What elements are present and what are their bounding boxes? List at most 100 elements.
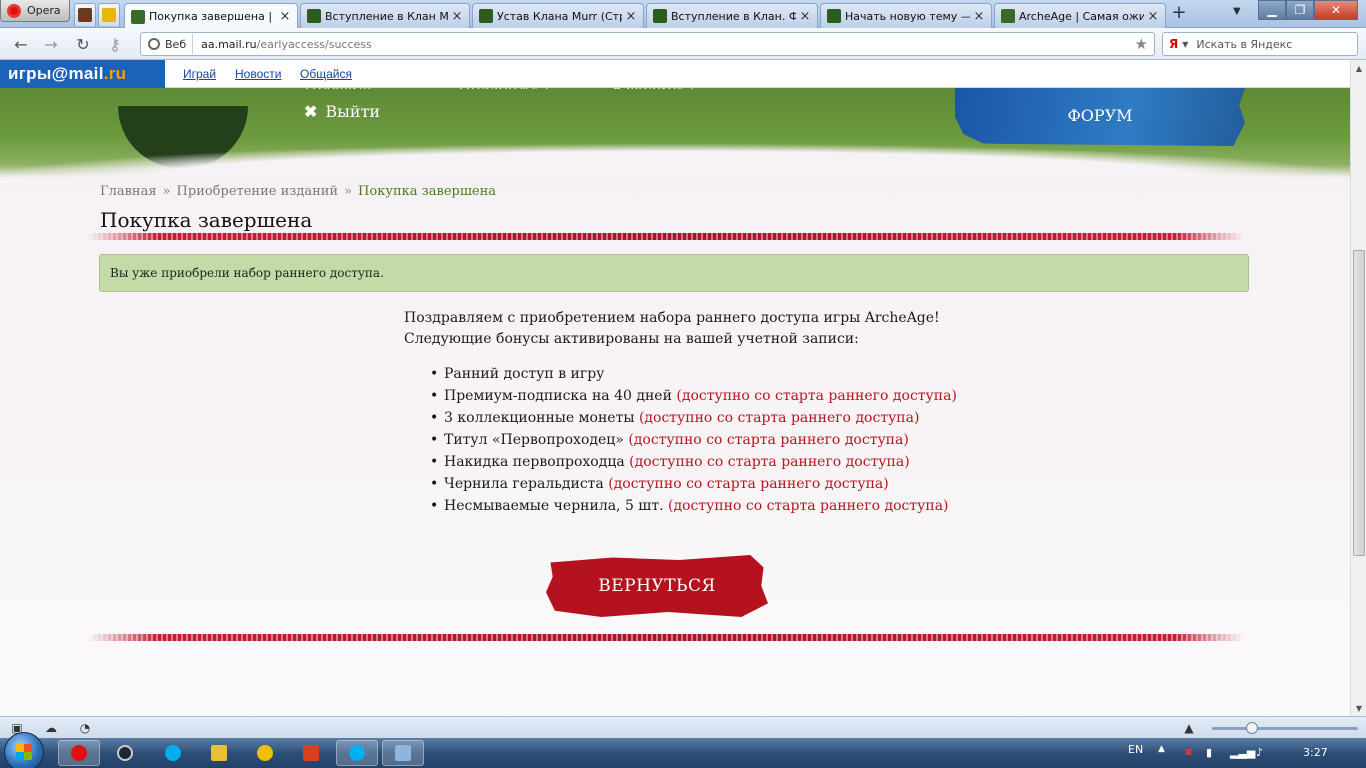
bonus-text: Титул «Первопроходец» bbox=[444, 432, 624, 448]
tab-4[interactable]: Вступление в Клан. Ф... × bbox=[646, 3, 818, 28]
nav-exit-label: Выйти bbox=[325, 102, 381, 121]
tab-menu-chevron-icon[interactable]: ▼ bbox=[1233, 6, 1241, 17]
language-indicator[interactable]: EN bbox=[1128, 743, 1143, 756]
close-icon[interactable]: × bbox=[451, 9, 463, 24]
tray-flag-icon[interactable]: ✖ bbox=[1184, 746, 1193, 759]
forward-arrow-icon[interactable]: → bbox=[40, 34, 62, 54]
scroll-down-arrow-icon[interactable]: ▼ bbox=[1351, 700, 1366, 716]
forum-favicon-icon bbox=[653, 9, 667, 23]
zoom-slider[interactable] bbox=[1212, 727, 1358, 730]
tray-device-icon[interactable]: ▮ bbox=[1206, 746, 1212, 759]
key-icon[interactable]: ⚷ bbox=[104, 34, 126, 54]
tab-2[interactable]: Вступление в Клан М... × bbox=[300, 3, 470, 28]
scroll-up-arrow-icon[interactable]: ▲ bbox=[1351, 60, 1366, 76]
address-url[interactable]: aa.mail.ru/earlyaccess/success bbox=[201, 38, 372, 51]
navigation-bar: ← → ↻ ⚷ Веб aa.mail.ru/earlyaccess/succe… bbox=[0, 28, 1366, 60]
forum-favicon-icon bbox=[479, 9, 493, 23]
tab-5[interactable]: Начать новую тему —... × bbox=[820, 3, 992, 28]
bonus-text: Чернила геральдиста bbox=[444, 476, 604, 492]
breadcrumb-home[interactable]: Главная bbox=[100, 184, 157, 199]
maximize-button[interactable]: ❐ bbox=[1286, 0, 1314, 20]
zoom-menu-icon[interactable]: ▲ bbox=[1182, 721, 1196, 735]
vertical-scrollbar[interactable]: ▲ ▼ bbox=[1350, 60, 1366, 716]
portal-top-bar: игры@mail .ru Играй Новости Общайся bbox=[0, 60, 1350, 88]
scrollbar-thumb[interactable] bbox=[1353, 250, 1365, 556]
tab-1[interactable]: Покупка завершена | ... × bbox=[124, 3, 298, 29]
close-x-icon: ✖ bbox=[304, 102, 318, 121]
tab-3[interactable]: Устав Клана Murr (Стр... × bbox=[472, 3, 644, 28]
bonus-text: Несмываемые чернила, 5 шт. bbox=[444, 498, 664, 514]
pinned-tab-1[interactable] bbox=[74, 3, 96, 26]
return-button[interactable]: ВЕРНУТЬСЯ bbox=[546, 555, 768, 617]
cloud-sync-icon[interactable]: ☁ bbox=[44, 721, 58, 735]
tab-6[interactable]: ArcheAge | Самая ожи... × bbox=[994, 3, 1166, 28]
tab-label: Начать новую тему —... bbox=[845, 9, 970, 23]
header-decoration bbox=[118, 106, 248, 168]
taskbar-game[interactable] bbox=[198, 740, 240, 766]
close-icon[interactable]: × bbox=[279, 9, 291, 24]
top-link-social[interactable]: Общайся bbox=[300, 67, 352, 81]
list-item: Накидка первопроходца (доступно со старт… bbox=[430, 452, 984, 473]
forum-favicon-icon bbox=[827, 9, 841, 23]
taskbar-skype[interactable] bbox=[152, 740, 194, 766]
list-item: Чернила геральдиста (доступно со старта … bbox=[430, 474, 984, 495]
nav-exit-link[interactable]: ✖ Выйти bbox=[304, 102, 380, 121]
top-link-play[interactable]: Играй bbox=[183, 67, 216, 81]
opera-menu-button[interactable]: Opera bbox=[0, 0, 70, 22]
taskbar-steam[interactable] bbox=[104, 740, 146, 766]
search-engine-dropdown-icon[interactable]: ▼ bbox=[1182, 40, 1188, 49]
bonus-note: (доступно со старта раннего доступа) bbox=[676, 388, 957, 404]
zoom-slider-thumb[interactable] bbox=[1246, 722, 1258, 734]
minimize-button[interactable]: ▁ bbox=[1258, 0, 1286, 20]
taskbar-app[interactable] bbox=[290, 740, 332, 766]
window-close-button[interactable]: ✕ bbox=[1314, 0, 1358, 20]
address-path: /earlyaccess/success bbox=[256, 37, 372, 51]
back-arrow-icon[interactable]: ← bbox=[10, 34, 32, 54]
breadcrumb: Главная » Приобретение изданий » Покупка зав… bbox=[100, 184, 496, 199]
opera-logo-icon bbox=[7, 3, 21, 18]
games-mail-logo[interactable]: игры@mail .ru bbox=[0, 60, 165, 88]
search-field[interactable]: Я ▼ Искать в Яндекс bbox=[1162, 32, 1358, 56]
skype-icon bbox=[349, 745, 365, 761]
address-host: aa.mail.ru bbox=[201, 37, 257, 51]
network-icon[interactable]: ▂▃▅ bbox=[1230, 746, 1255, 759]
app-icon bbox=[303, 745, 319, 761]
window-icon bbox=[395, 745, 411, 761]
status-bar: ▣ ☁ ◔ ▲ bbox=[0, 716, 1366, 738]
bookmark-star-icon[interactable]: ★ bbox=[1135, 35, 1148, 53]
close-icon[interactable]: × bbox=[973, 9, 985, 24]
top-link-news[interactable]: Новости bbox=[235, 67, 281, 81]
logo-suffix-text: .ru bbox=[103, 64, 127, 83]
divider-top bbox=[88, 233, 1244, 240]
breadcrumb-current: Покупка завершена bbox=[358, 184, 497, 199]
search-input[interactable]: Искать в Яндекс bbox=[1196, 38, 1292, 51]
clock[interactable]: 3:27 bbox=[1303, 746, 1328, 759]
taskbar-opera[interactable] bbox=[58, 740, 100, 766]
site-info-badge[interactable]: Веб bbox=[144, 34, 194, 54]
tray-expand-icon[interactable]: ▲ bbox=[1158, 744, 1165, 754]
volume-icon[interactable]: ♪ bbox=[1256, 746, 1263, 759]
reload-icon[interactable]: ↻ bbox=[72, 34, 94, 54]
globe-icon bbox=[148, 38, 160, 50]
windows-taskbar: EN ▲ ✖ ▮ ▂▃▅ ♪ 3:27 bbox=[0, 732, 1366, 768]
game-favicon-icon bbox=[78, 8, 92, 22]
divider-bottom bbox=[88, 634, 1244, 641]
speed-dial-icon[interactable]: ◔ bbox=[78, 721, 92, 735]
bonus-text: Премиум-подписка на 40 дней bbox=[444, 388, 672, 404]
taskbar-window[interactable] bbox=[382, 740, 424, 766]
forum-button[interactable]: ФОРУМ bbox=[955, 88, 1245, 146]
breadcrumb-editions[interactable]: Приобретение изданий bbox=[177, 184, 339, 199]
list-item: Премиум-подписка на 40 дней (доступно со… bbox=[430, 386, 984, 407]
pinned-tab-2[interactable] bbox=[98, 3, 120, 26]
taskbar-archeage[interactable] bbox=[244, 740, 286, 766]
taskbar-skype-active[interactable] bbox=[336, 740, 378, 766]
new-tab-button[interactable]: + bbox=[1168, 4, 1190, 24]
archeage-favicon-icon bbox=[131, 9, 145, 24]
close-icon[interactable]: × bbox=[1147, 9, 1159, 24]
address-bar[interactable]: Веб aa.mail.ru/earlyaccess/success ★ bbox=[140, 32, 1155, 56]
close-icon[interactable]: × bbox=[799, 9, 811, 24]
close-icon[interactable]: × bbox=[625, 9, 637, 24]
bonus-note: (доступно со старта раннего доступа) bbox=[608, 476, 889, 492]
start-button[interactable] bbox=[4, 732, 44, 768]
list-item: Титул «Первопроходец» (доступно со старт… bbox=[430, 430, 984, 451]
